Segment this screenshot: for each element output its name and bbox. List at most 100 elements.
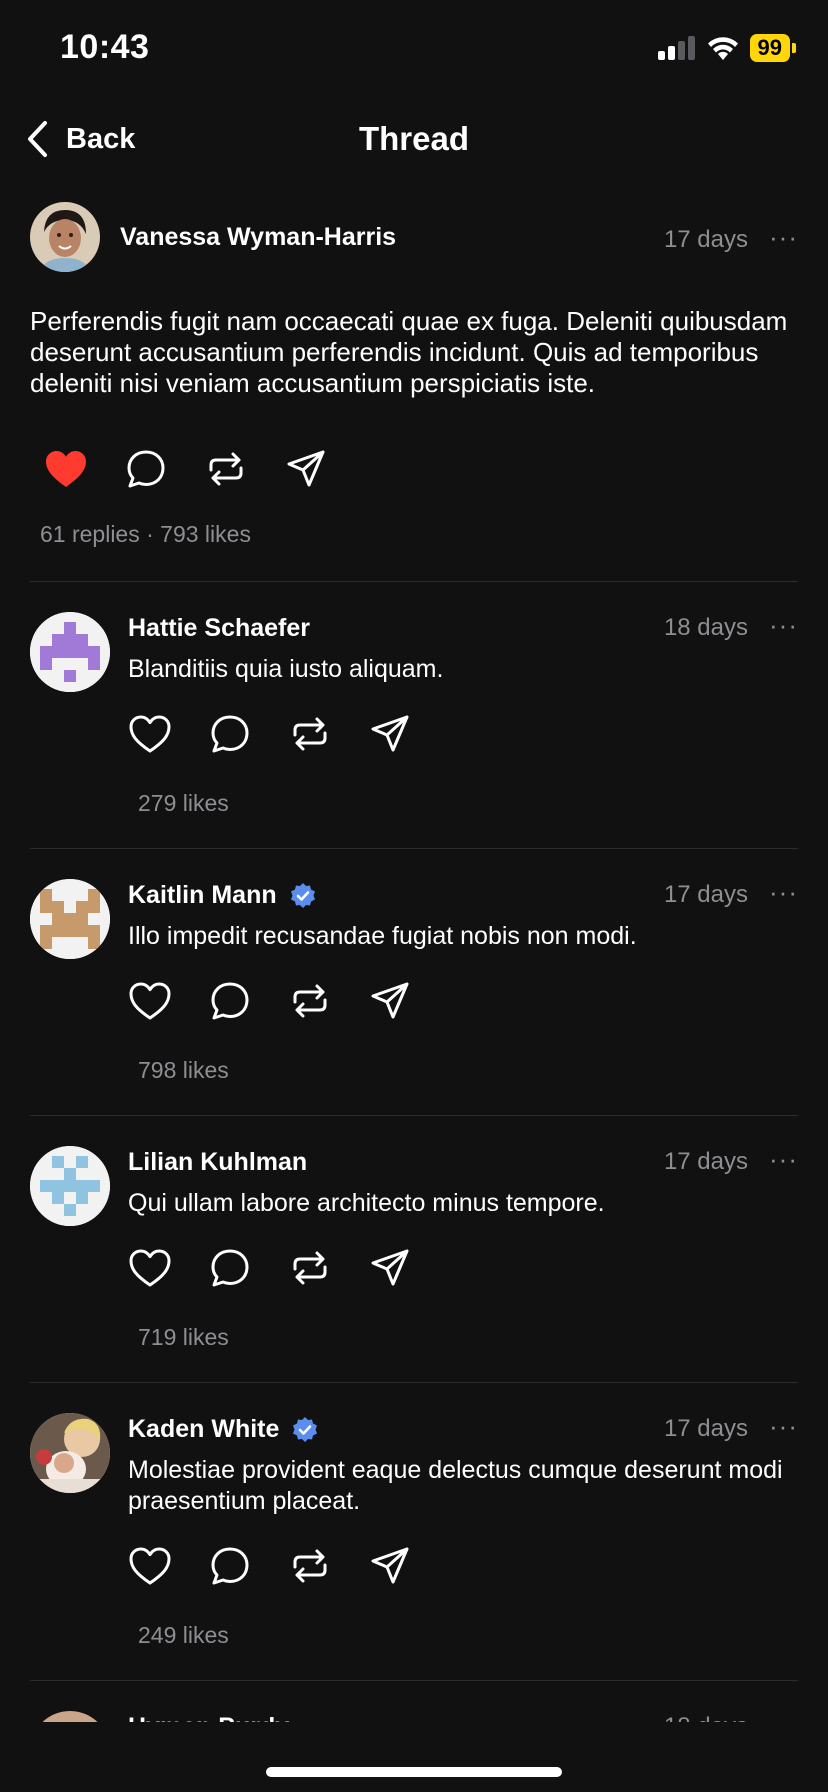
divider [30,581,798,582]
more-options-button[interactable]: ··· [769,877,798,908]
heart-filled-icon [46,451,86,487]
cellular-signal-icon [657,36,695,60]
reply-button[interactable] [124,447,168,491]
back-button[interactable]: Back [26,120,135,158]
reply-button[interactable] [208,1246,252,1290]
divider [30,1115,798,1116]
repost-button[interactable] [288,1246,332,1290]
status-bar: 10:43 99 [0,0,828,100]
like-button[interactable] [44,447,88,491]
reply-actions [128,979,412,1023]
post-header: Vanessa Wyman-Harris 17 days ··· [30,202,798,274]
post-author[interactable]: Vanessa Wyman-Harris [120,223,396,252]
battery-icon [792,43,796,53]
reply-text: Qui ullam labore architecto minus tempor… [128,1189,605,1217]
reply-text: Illo impedit recusandae fugiat nobis non… [128,922,637,950]
repost-button[interactable] [204,447,248,491]
comment-icon [211,1249,249,1287]
reply-time: 17 days [663,881,748,908]
reply-time: 17 days [663,1415,748,1442]
like-button[interactable] [128,1544,172,1588]
status-time: 10:43 [60,28,150,66]
nav-bar: Thread Back [0,110,828,170]
heart-icon [129,1249,171,1287]
repost-icon [293,984,327,1018]
reply-likes[interactable]: 719 likes [138,1324,229,1351]
reply-text: Molestiae provident eaque delectus cumqu… [128,1456,783,1515]
reply-button[interactable] [208,979,252,1023]
post-actions [44,447,798,491]
repost-button[interactable] [288,979,332,1023]
divider [30,1680,798,1681]
avatar[interactable] [30,1413,110,1493]
avatar[interactable] [30,879,110,959]
reply-button[interactable] [208,1544,252,1588]
reply-time: 17 days [663,1148,748,1175]
repost-icon [293,1549,327,1583]
send-icon [371,715,409,752]
comment-icon [211,982,249,1020]
send-icon [371,1547,409,1584]
comment-icon [127,450,165,488]
like-button[interactable] [128,712,172,756]
reply-author[interactable]: Hattie Schaefer [128,614,310,643]
reply-actions [128,1544,412,1588]
like-button[interactable] [128,1246,172,1290]
reply-time: 18 days [663,614,748,641]
reply-text: Blanditiis quia iusto aliquam. [128,655,444,683]
avatar-photo [30,1413,110,1493]
heart-icon [129,715,171,753]
identicon [30,612,110,692]
send-icon [371,982,409,1019]
reply-button[interactable] [208,712,252,756]
reply-actions [128,1246,412,1290]
home-indicator[interactable] [266,1767,562,1777]
identicon [30,879,110,959]
comment-icon [211,715,249,753]
like-button[interactable] [128,979,172,1023]
bottom-fade [0,1722,828,1792]
share-button[interactable] [284,447,328,491]
post-text: Perferendis fugit nam occaecati quae ex … [30,306,788,398]
comment-icon [211,1547,249,1585]
verified-badge-icon [293,1416,318,1442]
battery-level: 99 [749,34,790,62]
send-icon [287,450,325,487]
reply-actions [128,712,412,756]
chevron-left-icon [28,121,47,157]
main-post: Vanessa Wyman-Harris 17 days ··· Perfere… [30,202,798,548]
post-stats[interactable]: 61 replies · 793 likes [40,521,798,548]
avatar[interactable] [30,612,110,692]
share-button[interactable] [368,712,412,756]
status-icons: 99 [657,34,796,62]
more-options-button[interactable]: ··· [769,1144,798,1175]
share-button[interactable] [368,1246,412,1290]
post-time: 17 days [663,226,748,253]
repost-button[interactable] [288,1544,332,1588]
heart-icon [129,982,171,1020]
verified-badge-icon [290,882,315,908]
reply-author[interactable]: Kaitlin Mann [128,881,317,910]
repost-icon [209,452,243,486]
send-icon [371,1249,409,1286]
reply-likes[interactable]: 798 likes [138,1057,229,1084]
avatar[interactable] [30,202,100,272]
reply-likes[interactable]: 249 likes [138,1622,229,1649]
more-options-button[interactable]: ··· [769,222,798,253]
back-label: Back [66,122,136,155]
share-button[interactable] [368,979,412,1023]
more-options-button[interactable]: ··· [769,610,798,641]
reply-author[interactable]: Kaden White [128,1415,319,1444]
identicon [30,1146,110,1226]
reply-author[interactable]: Lilian Kuhlman [128,1148,307,1177]
avatar-photo [30,202,100,272]
avatar[interactable] [30,1146,110,1226]
share-button[interactable] [368,1544,412,1588]
more-options-button[interactable]: ··· [769,1411,798,1442]
reply-likes[interactable]: 279 likes [138,790,229,817]
heart-icon [129,1547,171,1585]
repost-icon [293,717,327,751]
divider [30,1382,798,1383]
divider [30,848,798,849]
repost-button[interactable] [288,712,332,756]
